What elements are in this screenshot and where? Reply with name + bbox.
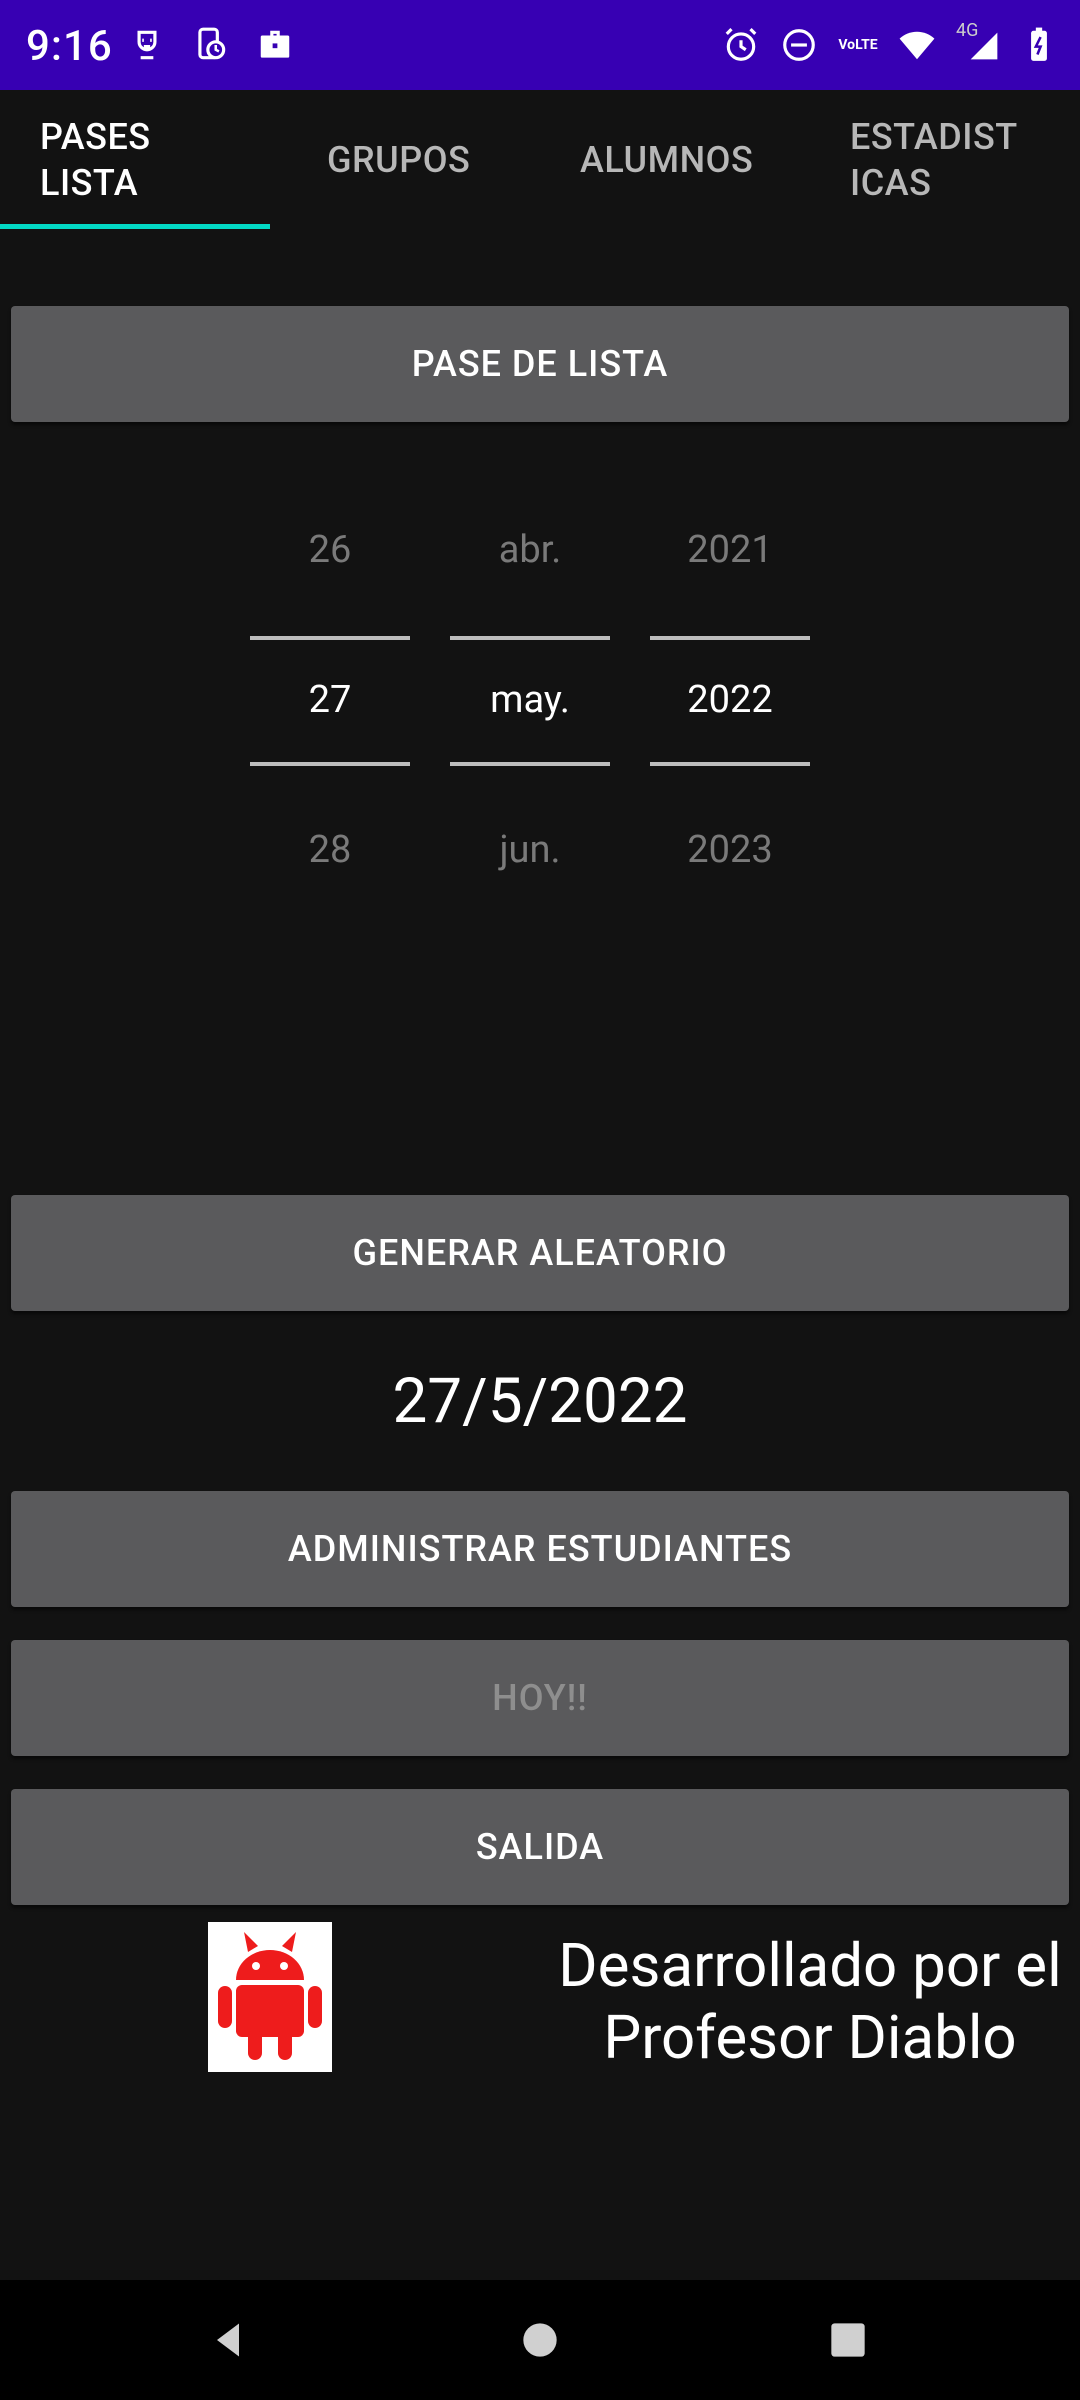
divider — [650, 636, 810, 640]
phone-sync-icon — [192, 26, 230, 64]
alarm-icon — [722, 26, 760, 64]
home-icon[interactable] — [480, 2280, 600, 2400]
back-icon[interactable] — [168, 2280, 288, 2400]
date-picker[interactable]: 26 27 28 abr. may. jun. 2021 2022 2023 — [0, 500, 1080, 920]
recents-icon[interactable] — [788, 2280, 908, 2400]
do-not-disturb-icon — [780, 26, 818, 64]
day-current[interactable]: 27 — [250, 678, 410, 722]
divider — [250, 636, 410, 640]
salida-button[interactable]: SALIDA — [11, 1789, 1069, 1905]
tab-pases-lista[interactable]: PASES LISTA — [40, 90, 151, 230]
wifi-icon — [898, 26, 936, 64]
month-current[interactable]: may. — [450, 678, 610, 722]
status-time: 9:16 — [26, 22, 113, 71]
divider — [450, 762, 610, 766]
divider — [450, 636, 610, 640]
red-devil-android-icon — [208, 1922, 332, 2072]
hoy-button[interactable]: HOY!! — [11, 1640, 1069, 1756]
day-prev[interactable]: 26 — [250, 528, 410, 572]
divider — [650, 762, 810, 766]
year-current[interactable]: 2022 — [650, 678, 810, 722]
year-prev[interactable]: 2021 — [650, 528, 810, 572]
month-next[interactable]: jun. — [450, 828, 610, 872]
administrar-estudiantes-button[interactable]: ADMINISTRAR ESTUDIANTES — [11, 1491, 1069, 1607]
navigation-bar — [0, 2280, 1080, 2400]
day-next[interactable]: 28 — [250, 828, 410, 872]
tab-indicator — [0, 224, 270, 229]
year-next[interactable]: 2023 — [650, 828, 810, 872]
divider — [250, 762, 410, 766]
volte-icon: VoLTE — [838, 37, 878, 53]
battery-icon — [1020, 26, 1058, 64]
selected-date: 27/5/2022 — [392, 1365, 688, 1438]
tab-estadisticas[interactable]: ESTADIST ICAS — [850, 90, 1018, 230]
tab-bar: PASES LISTA GRUPOS ALUMNOS ESTADIST ICAS — [0, 90, 1080, 230]
month-prev[interactable]: abr. — [450, 528, 610, 572]
face-icon — [128, 26, 166, 64]
credit-text: Desarrollado por el Profesor Diablo — [558, 1930, 1062, 2073]
generar-aleatorio-button[interactable]: GENERAR ALEATORIO — [11, 1195, 1069, 1311]
tab-grupos[interactable]: GRUPOS — [327, 90, 470, 230]
status-bar: 9:16 VoLTE 4G — [0, 0, 1080, 90]
pase-de-lista-button[interactable]: PASE DE LISTA — [11, 306, 1069, 422]
tab-alumnos[interactable]: ALUMNOS — [580, 90, 753, 230]
signal-4g-icon: 4G — [956, 20, 1000, 64]
briefcase-icon — [256, 26, 294, 64]
